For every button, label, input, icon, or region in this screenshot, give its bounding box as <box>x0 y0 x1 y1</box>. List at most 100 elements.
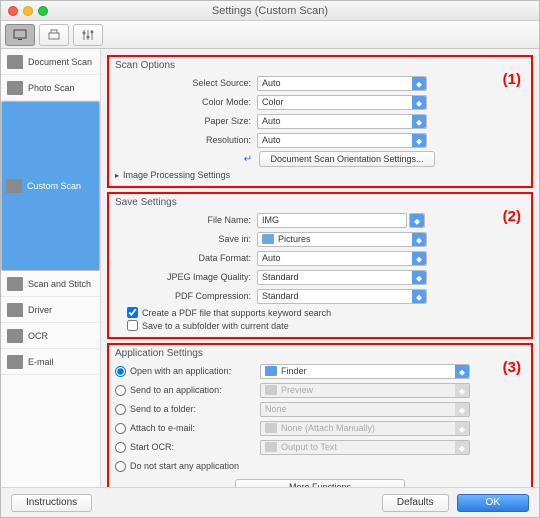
chevron-updown-icon <box>412 77 426 90</box>
open-with-label: Open with an application: <box>130 366 260 376</box>
chevron-updown-icon <box>412 290 426 303</box>
chevron-updown-icon <box>412 271 426 284</box>
chevron-updown-icon <box>412 96 426 109</box>
checkbox-label: Save to a subfolder with current date <box>142 321 289 331</box>
data-format-dropdown[interactable]: Auto <box>257 251 427 266</box>
panel-number: (3) <box>503 359 521 376</box>
email-icon <box>7 355 23 369</box>
chevron-updown-icon <box>412 252 426 265</box>
sidebar-item-photo-scan[interactable]: Photo Scan <box>1 75 100 101</box>
send-to-folder-label: Send to a folder: <box>130 404 260 414</box>
jpeg-quality-label: JPEG Image Quality: <box>115 272 257 282</box>
save-subfolder-checkbox[interactable] <box>127 320 138 331</box>
pdf-compression-dropdown[interactable]: Standard <box>257 289 427 304</box>
toolbar-scan-from-panel[interactable] <box>39 24 69 46</box>
monitor-icon <box>13 29 27 41</box>
ocr-icon <box>7 329 23 343</box>
sidebar-item-label: Document Scan <box>28 57 92 67</box>
attach-email-dropdown: None (Attach Manually) <box>260 421 470 436</box>
stitch-icon <box>7 277 23 291</box>
chevron-updown-icon <box>410 214 424 227</box>
data-format-label: Data Format: <box>115 253 257 263</box>
pdf-compression-label: PDF Compression: <box>115 291 257 301</box>
close-icon[interactable] <box>8 6 18 16</box>
open-with-radio[interactable] <box>115 366 126 377</box>
minimize-icon[interactable] <box>23 6 33 16</box>
sidebar-item-email[interactable]: E-mail <box>1 349 100 375</box>
save-in-dropdown[interactable]: Pictures <box>257 232 427 247</box>
pdf-keyword-search-checkbox[interactable] <box>127 307 138 318</box>
folder-icon <box>262 234 274 244</box>
sidebar-item-driver[interactable]: Driver <box>1 297 100 323</box>
mail-icon <box>265 423 277 433</box>
sidebar-item-label: OCR <box>28 331 48 341</box>
finder-icon <box>265 366 277 376</box>
defaults-button[interactable]: Defaults <box>382 494 449 512</box>
start-ocr-radio[interactable] <box>115 442 126 453</box>
toolbar-scan-from-computer[interactable] <box>5 24 35 46</box>
chevron-updown-icon <box>455 403 469 416</box>
sidebar-item-document-scan[interactable]: Document Scan <box>1 49 100 75</box>
select-source-label: Select Source: <box>115 78 257 88</box>
driver-icon <box>7 303 23 317</box>
send-to-folder-radio[interactable] <box>115 404 126 415</box>
text-icon <box>265 442 277 452</box>
start-ocr-label: Start OCR: <box>130 442 260 452</box>
sidebar-item-custom-scan[interactable]: Custom Scan <box>1 101 100 271</box>
chevron-updown-icon <box>455 384 469 397</box>
image-processing-disclosure[interactable]: Image Processing Settings <box>115 170 525 180</box>
photo-icon <box>7 81 23 95</box>
color-mode-label: Color Mode: <box>115 97 257 107</box>
titlebar: Settings (Custom Scan) <box>1 1 539 21</box>
paper-size-dropdown[interactable]: Auto <box>257 114 427 129</box>
return-icon: ↵ <box>241 153 255 165</box>
sidebar: Document Scan Photo Scan Custom Scan Sca… <box>1 49 101 487</box>
attach-email-radio[interactable] <box>115 423 126 434</box>
color-mode-dropdown[interactable]: Color <box>257 95 427 110</box>
settings-window: Settings (Custom Scan) Document Scan Pho… <box>0 0 540 518</box>
start-ocr-dropdown: Output to Text <box>260 440 470 455</box>
send-to-app-radio[interactable] <box>115 385 126 396</box>
panel-number: (1) <box>503 71 521 88</box>
more-functions-button[interactable]: More Functions <box>235 479 405 487</box>
resolution-dropdown[interactable]: Auto <box>257 133 427 148</box>
instructions-button[interactable]: Instructions <box>11 494 92 512</box>
footer: Instructions Defaults OK <box>1 487 539 517</box>
file-name-history-dropdown[interactable] <box>409 213 425 228</box>
preview-icon <box>265 385 277 395</box>
open-with-dropdown[interactable]: Finder <box>260 364 470 379</box>
panel-title: Scan Options <box>115 60 525 71</box>
orientation-settings-button[interactable]: Document Scan Orientation Settings... <box>259 151 435 167</box>
attach-email-label: Attach to e-mail: <box>130 423 260 433</box>
chevron-updown-icon <box>455 422 469 435</box>
toolbar-general-settings[interactable] <box>73 24 103 46</box>
sidebar-item-label: E-mail <box>28 357 54 367</box>
sidebar-item-ocr[interactable]: OCR <box>1 323 100 349</box>
ok-button[interactable]: OK <box>457 494 529 512</box>
do-not-start-label: Do not start any application <box>130 461 239 471</box>
sidebar-item-label: Driver <box>28 305 52 315</box>
chevron-updown-icon <box>455 365 469 378</box>
resolution-label: Resolution: <box>115 135 257 145</box>
window-title: Settings (Custom Scan) <box>1 5 539 17</box>
toolbar <box>1 21 539 49</box>
sidebar-item-label: Custom Scan <box>27 181 81 191</box>
do-not-start-radio[interactable] <box>115 461 126 472</box>
paper-size-label: Paper Size: <box>115 116 257 126</box>
custom-icon <box>6 179 22 193</box>
send-to-app-label: Send to an application: <box>130 385 260 395</box>
chevron-updown-icon <box>412 233 426 246</box>
file-name-input[interactable]: IMG <box>257 213 407 228</box>
application-settings-panel: (3) Application Settings Open with an ap… <box>107 343 533 487</box>
sidebar-item-scan-and-stitch[interactable]: Scan and Stitch <box>1 271 100 297</box>
sliders-icon <box>81 29 95 41</box>
jpeg-quality-dropdown[interactable]: Standard <box>257 270 427 285</box>
select-source-dropdown[interactable]: Auto <box>257 76 427 91</box>
zoom-icon[interactable] <box>38 6 48 16</box>
checkbox-label: Create a PDF file that supports keyword … <box>142 308 331 318</box>
send-to-app-dropdown: Preview <box>260 383 470 398</box>
chevron-updown-icon <box>412 115 426 128</box>
chevron-updown-icon <box>412 134 426 147</box>
panel-title: Save Settings <box>115 197 525 208</box>
content: (1) Scan Options Select Source:Auto Colo… <box>101 49 539 487</box>
